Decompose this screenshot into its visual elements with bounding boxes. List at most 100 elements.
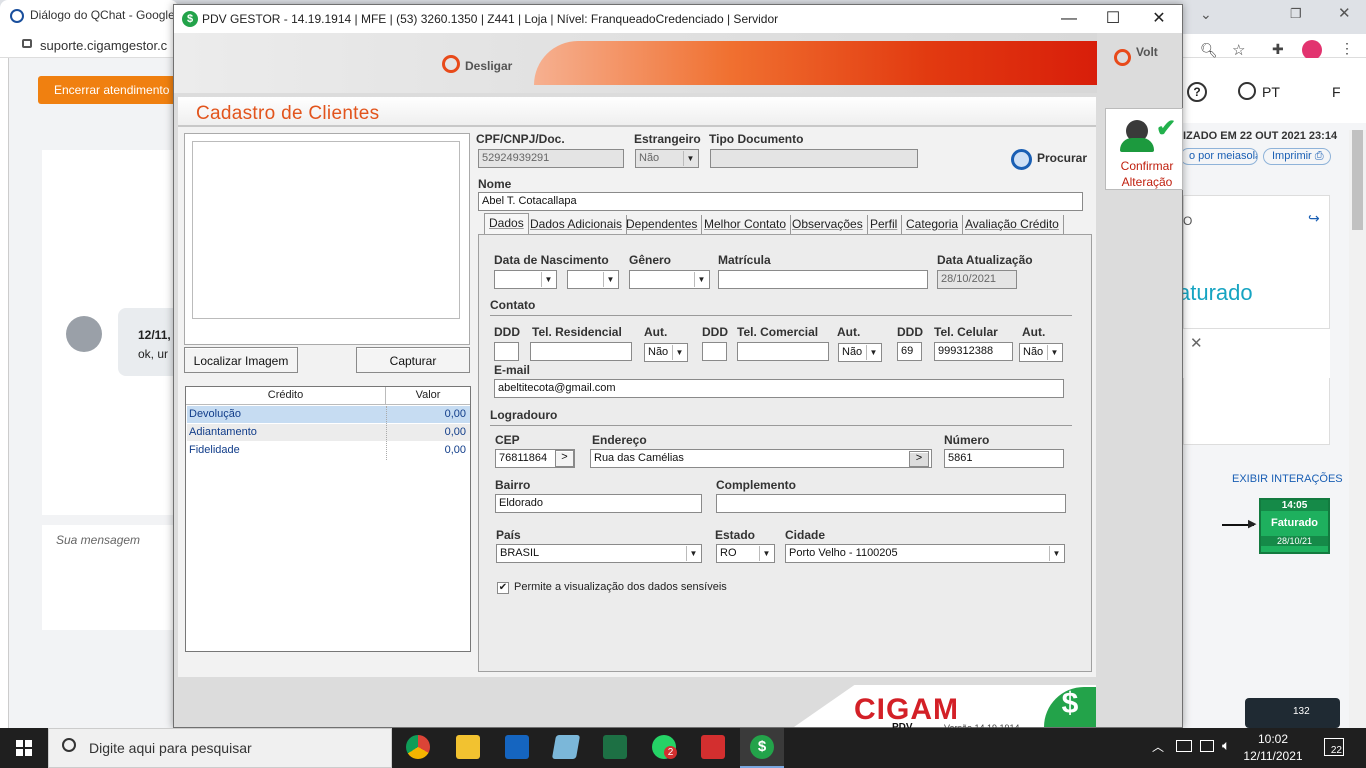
chrome-icon[interactable] — [406, 735, 430, 759]
app-dollar-icon: $ — [182, 11, 198, 27]
tel-celular-label: Tel. Celular — [934, 325, 998, 339]
zoom-icon[interactable]: 🔍︎ — [1200, 42, 1218, 59]
close-icon[interactable]: ✕ — [1338, 4, 1351, 22]
notification-center-icon[interactable]: 22 — [1324, 738, 1344, 756]
genero-select[interactable]: ▼ — [629, 270, 710, 289]
message-input[interactable]: Sua mensagem — [42, 525, 178, 630]
estrangeiro-select[interactable]: Não ▼ — [635, 149, 699, 168]
tab-dependentes[interactable]: Dependentes — [622, 215, 703, 235]
end-service-button[interactable]: Encerrar atendimento — [38, 76, 178, 104]
search-icon[interactable] — [1011, 149, 1032, 170]
chevron-down-icon: ▼ — [541, 272, 555, 287]
taskbar-search[interactable]: Digite aqui para pesquisar — [48, 728, 392, 768]
capturar-button[interactable]: Capturar — [356, 347, 470, 373]
browser-tab[interactable]: Diálogo do QChat - Google — [0, 0, 178, 34]
cep-search-button[interactable]: > — [555, 450, 574, 467]
share-icon[interactable]: ↪ — [1308, 210, 1320, 227]
notification-widget[interactable]: 132 — [1245, 698, 1340, 728]
extensions-icon[interactable]: ✚ — [1272, 41, 1284, 58]
ddd-res-field[interactable] — [494, 342, 519, 361]
globe-icon[interactable] — [1238, 82, 1256, 100]
tel-residencial-field[interactable] — [530, 342, 632, 361]
tab-avaliacao-credito[interactable]: Avaliação Crédito — [961, 215, 1064, 235]
tab-categoria[interactable]: Categoria — [902, 215, 964, 235]
network-icon[interactable] — [1176, 740, 1192, 752]
tel-celular-field[interactable]: 999312388 — [934, 342, 1013, 361]
profile-avatar-icon[interactable] — [1302, 40, 1322, 60]
aut-cel-select[interactable]: Não ▼ — [1019, 343, 1063, 362]
faturado-card[interactable]: 14:05 Faturado 28/10/21 — [1259, 498, 1330, 554]
nome-field[interactable]: Abel T. Cotacallapa — [478, 192, 1083, 211]
url-text[interactable]: suporte.cigamgestor.c — [40, 38, 167, 53]
tab-perfil[interactable]: Perfil — [866, 215, 903, 235]
tipo-documento-field[interactable] — [710, 149, 918, 168]
modal-close-icon[interactable]: ✕ — [1190, 334, 1203, 352]
table-row[interactable]: Fidelidade 0,00 — [187, 442, 470, 459]
meiasola-link[interactable]: o por meiasola — [1180, 148, 1258, 165]
pdf-icon[interactable] — [701, 735, 725, 759]
tab-melhor-contato[interactable]: Melhor Contato — [700, 215, 792, 235]
menu-dots-icon[interactable]: ⋮ — [1340, 40, 1354, 57]
maximize-button[interactable]: ☐ — [1090, 5, 1136, 33]
window-titlebar: PDV GESTOR - 14.19.1914 | MFE | (53) 326… — [174, 5, 1182, 33]
display-icon[interactable] — [1200, 740, 1214, 752]
procurar-button[interactable]: Procurar — [1037, 151, 1087, 165]
close-button[interactable]: ✕ — [1136, 5, 1182, 33]
cep-label: CEP — [495, 433, 520, 447]
aut-res-select[interactable]: Não ▼ — [644, 343, 688, 362]
aut-com-select[interactable]: Não ▼ — [838, 343, 882, 362]
scrollbar-thumb[interactable] — [1352, 130, 1363, 230]
voltar-icon[interactable] — [1114, 49, 1131, 66]
estado-select[interactable]: RO ▼ — [716, 544, 775, 563]
complemento-field[interactable] — [716, 494, 1066, 513]
minimize-button[interactable]: — — [1046, 5, 1092, 33]
power-icon[interactable] — [442, 55, 460, 73]
volume-icon[interactable]: 🔈︎ — [1222, 737, 1230, 754]
tel-comercial-field[interactable] — [737, 342, 829, 361]
table-row[interactable]: Devolução 0,00 — [187, 406, 470, 423]
matricula-field[interactable] — [718, 270, 928, 289]
data-nascimento-day-select[interactable]: ▼ — [494, 270, 557, 289]
cidade-select[interactable]: Porto Velho - 1100205 ▼ — [785, 544, 1065, 563]
voltar-button[interactable]: Volt — [1136, 45, 1158, 59]
restore-icon[interactable]: ❐ — [1290, 6, 1302, 22]
app-icon[interactable] — [551, 735, 581, 759]
chevron-down-icon[interactable]: ⌄ — [1200, 6, 1212, 23]
star-icon[interactable]: ☆ — [1232, 41, 1245, 59]
excel-icon[interactable] — [603, 735, 627, 759]
file-explorer-icon[interactable] — [456, 735, 480, 759]
card-status: Faturado — [1270, 517, 1319, 529]
localizar-imagem-button[interactable]: Localizar Imagem — [184, 347, 298, 373]
windows-logo-icon — [16, 740, 23, 747]
ddd-com-field[interactable] — [702, 342, 727, 361]
cpf-field[interactable]: 52924939291 — [478, 149, 624, 168]
windows-start-button[interactable] — [0, 728, 48, 768]
bairro-field[interactable]: Eldorado — [495, 494, 702, 513]
tab-observacoes[interactable]: Observações — [788, 215, 868, 235]
tab-dados[interactable]: Dados — [484, 213, 529, 235]
print-button[interactable]: Imprimir ⎙ — [1263, 148, 1331, 165]
pais-select[interactable]: BRASIL ▼ — [496, 544, 702, 563]
tab-dados-adicionais[interactable]: Dados Adicionais — [526, 215, 628, 235]
outlook-icon[interactable] — [505, 735, 529, 759]
table-row[interactable]: Adiantamento 0,00 — [187, 424, 470, 441]
numero-field[interactable]: 5861 — [944, 449, 1064, 468]
chevron-up-icon[interactable]: ︿ — [1152, 738, 1164, 755]
credit-name: Adiantamento — [189, 426, 257, 438]
pdv-dollar-icon[interactable]: $ — [750, 735, 774, 759]
user-initial[interactable]: F — [1332, 84, 1341, 100]
endereco-field[interactable]: Rua das Camélias — [590, 449, 932, 468]
help-icon[interactable]: ? — [1187, 82, 1207, 102]
data-atualizacao-field[interactable]: 28/10/2021 — [937, 270, 1017, 289]
card-time: 14:05 — [1261, 500, 1328, 511]
desligar-button[interactable]: Desligar — [465, 59, 512, 73]
taskbar-clock[interactable]: 10:02 12/11/2021 — [1238, 731, 1308, 765]
lock-icon — [22, 39, 32, 48]
ddd-cel-field[interactable]: 69 — [897, 342, 922, 361]
language-label[interactable]: PT — [1262, 84, 1280, 100]
endereco-button[interactable]: > — [909, 451, 929, 467]
email-field[interactable]: abeltitecota@gmail.com — [494, 379, 1064, 398]
data-nascimento-month-select[interactable]: ▼ — [567, 270, 619, 289]
sensiveis-checkbox[interactable]: ✔ — [497, 582, 509, 594]
exibir-interacoes-link[interactable]: EXIBIR INTERAÇÕES — [1232, 473, 1343, 485]
